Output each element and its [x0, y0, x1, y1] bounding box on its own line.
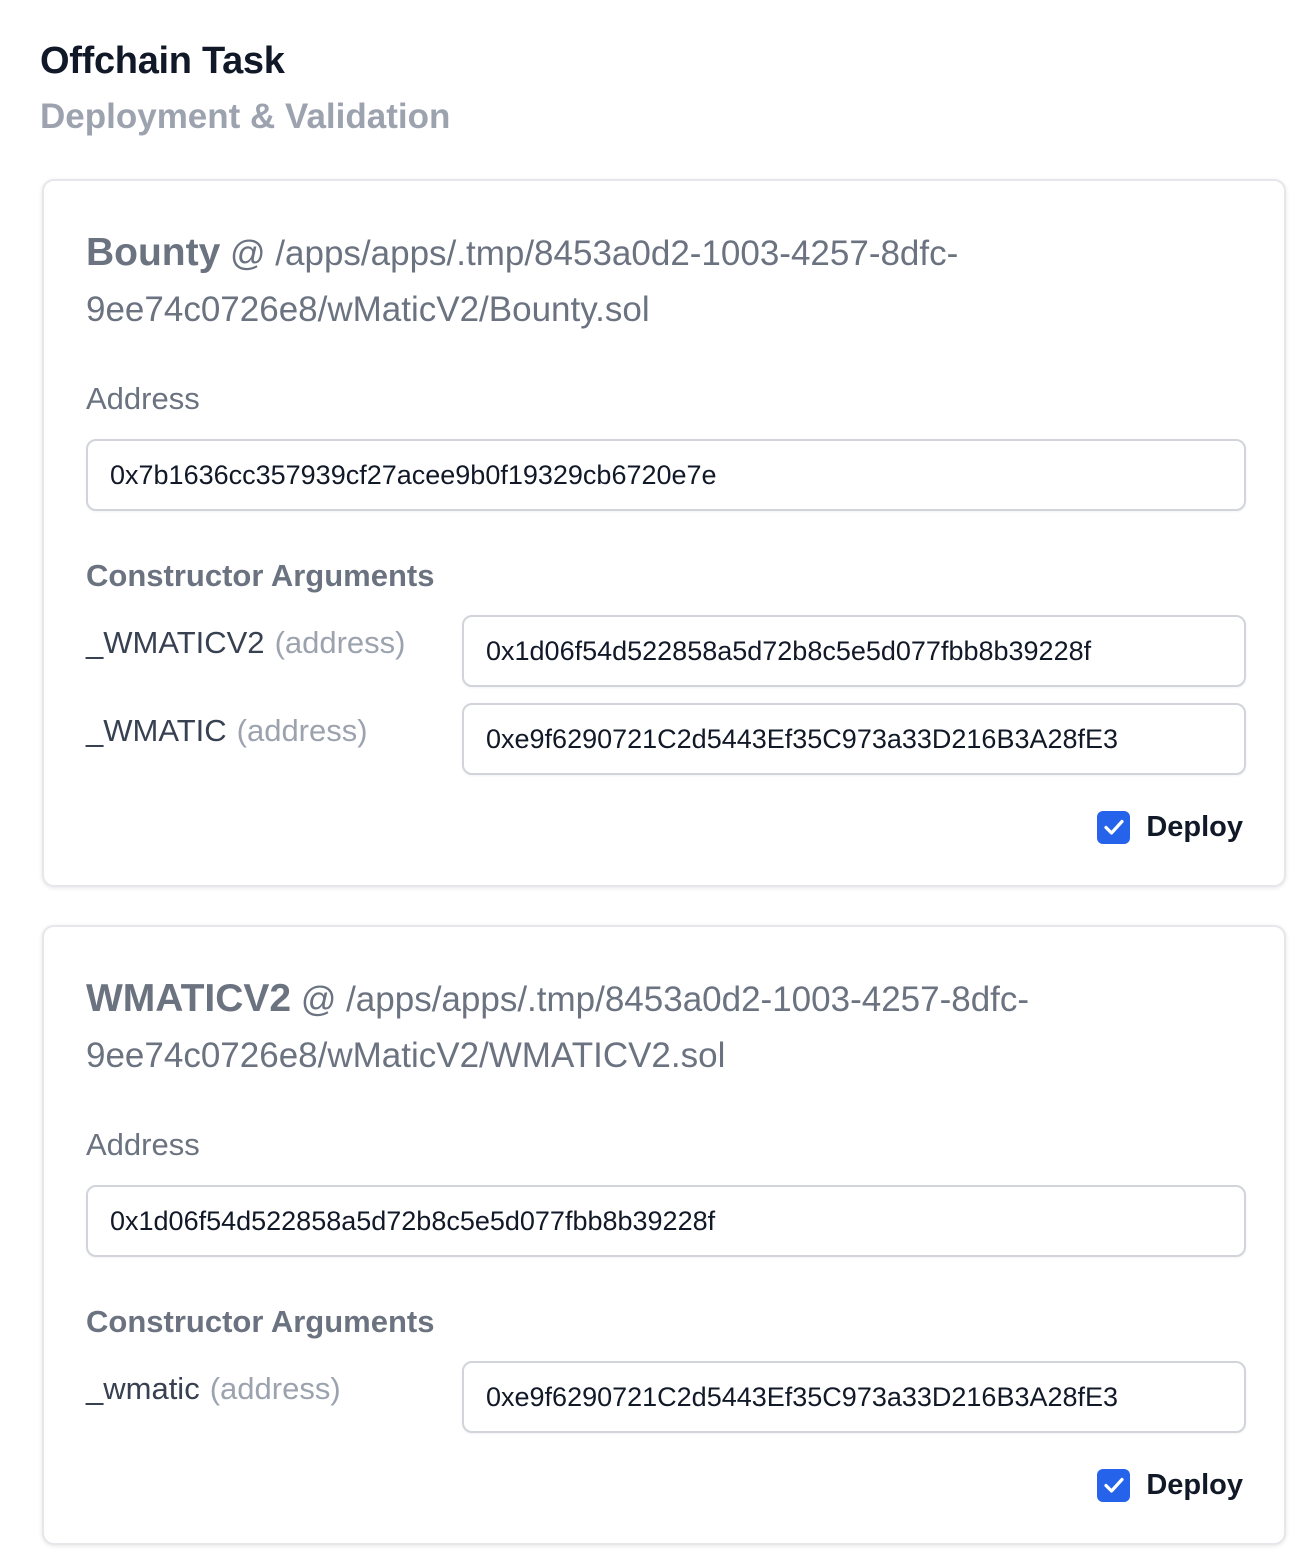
arg-input-wmatic[interactable] — [462, 703, 1246, 775]
deploy-label: Deploy — [1146, 1469, 1243, 1501]
arg-name: _WMATIC — [86, 713, 227, 748]
address-label: Address — [86, 1127, 200, 1162]
contract-heading: Bounty @ /apps/apps/.tmp/8453a0d2-1003-4… — [86, 225, 1086, 338]
arg-label-wmatic: _WMATIC (address) — [86, 711, 368, 751]
deploy-checkbox[interactable] — [1097, 810, 1131, 844]
checkmark-icon — [1104, 819, 1124, 835]
contract-card-wmaticv2: WMATICV2 @ /apps/apps/.tmp/8453a0d2-1003… — [42, 925, 1286, 1545]
address-input[interactable] — [86, 439, 1246, 511]
deploy-toggle[interactable]: Deploy — [1097, 809, 1243, 845]
arg-label-wmatic-lower: _wmatic (address) — [86, 1369, 341, 1409]
arg-type: (address) — [209, 1371, 341, 1406]
arg-type: (address) — [274, 625, 406, 660]
constructor-arguments-heading: Constructor Arguments — [86, 1304, 435, 1339]
offchain-task-page: Offchain Task Deployment & Validation Bo… — [0, 0, 1314, 1568]
address-input[interactable] — [86, 1185, 1246, 1257]
contract-card-bounty: Bounty @ /apps/apps/.tmp/8453a0d2-1003-4… — [42, 179, 1286, 887]
arg-name: _wmatic — [86, 1371, 200, 1406]
contract-name: WMATICV2 — [86, 977, 292, 1020]
constructor-arguments-heading: Constructor Arguments — [86, 558, 435, 593]
contract-name: Bounty — [86, 231, 221, 274]
page-title: Offchain Task — [40, 40, 285, 82]
arg-input-wmaticv2[interactable] — [462, 615, 1246, 687]
deploy-label: Deploy — [1146, 811, 1243, 843]
deploy-checkbox[interactable] — [1097, 1468, 1131, 1502]
arg-input-wmatic-lower[interactable] — [462, 1361, 1246, 1433]
deploy-toggle[interactable]: Deploy — [1097, 1467, 1243, 1503]
checkmark-icon — [1104, 1477, 1124, 1493]
address-label: Address — [86, 381, 200, 416]
contract-heading: WMATICV2 @ /apps/apps/.tmp/8453a0d2-1003… — [86, 971, 1086, 1084]
page-subtitle: Deployment & Validation — [40, 97, 451, 136]
arg-type: (address) — [236, 713, 368, 748]
arg-label-wmaticv2: _WMATICV2 (address) — [86, 623, 406, 663]
arg-name: _WMATICV2 — [86, 625, 265, 660]
page-header: Offchain Task Deployment & Validation — [40, 38, 450, 139]
